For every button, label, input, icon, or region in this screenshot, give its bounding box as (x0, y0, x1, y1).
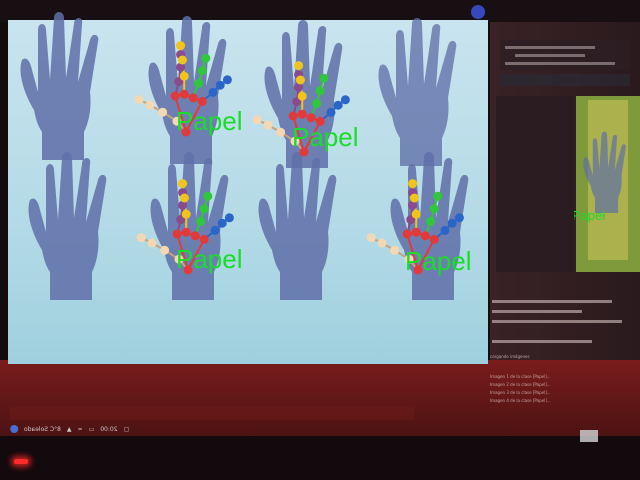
landmark-point (454, 213, 464, 223)
landmark-point (312, 98, 322, 108)
landmark-point (210, 225, 220, 235)
landmark-point (172, 229, 182, 239)
landmark-point (366, 233, 376, 243)
taskbar-tray: ▢ 20:00 ▭ ≈ ▲ 8°C Soleado (10, 420, 129, 438)
landmark-point (288, 111, 298, 121)
landmark-point (319, 73, 329, 83)
gesture-label-2: Papel (292, 122, 359, 152)
landmark-point (134, 95, 144, 105)
landmark-point (197, 96, 207, 106)
landmark-point (197, 66, 207, 76)
landmark-point (178, 179, 188, 189)
landmark-point (176, 41, 186, 51)
taskbar-app-icon[interactable] (580, 430, 598, 442)
bottom-bezel (0, 436, 640, 480)
weather-text[interactable]: 8°C Soleado (24, 426, 61, 433)
landmark-point (433, 191, 443, 201)
landmark-point (158, 107, 168, 117)
landmark-point (179, 71, 189, 81)
landmark-point (429, 234, 439, 244)
top-bezel (0, 0, 640, 22)
weather-icon[interactable] (10, 425, 18, 433)
landmark-point (420, 231, 430, 241)
power-led (14, 459, 28, 464)
notifications-icon[interactable]: ▢ (124, 426, 130, 433)
landmark-point (252, 115, 262, 125)
svg-text:Imagen 1 de la clase [Papel]..: Imagen 1 de la clase [Papel]... (490, 374, 551, 379)
landmark-point (170, 91, 180, 101)
window-scrollbar[interactable] (10, 406, 414, 420)
svg-text:cargando imágenes: cargando imágenes (490, 354, 530, 359)
landmark-point (295, 75, 305, 85)
landmark-point (340, 95, 350, 105)
svg-text:Imagen 4 de la clase [Papel]..: Imagen 4 de la clase [Papel]... (490, 398, 551, 403)
landmark-point (215, 80, 225, 90)
landmark-point (408, 179, 418, 189)
landmark-point (224, 213, 234, 223)
landmark-point (409, 193, 419, 203)
landmark-point (294, 61, 304, 71)
landmark-point (181, 209, 191, 219)
gesture-label-4: Papel (405, 246, 472, 276)
file-explorer-panel (496, 96, 574, 272)
landmark-point (315, 86, 325, 96)
user-avatar[interactable] (471, 5, 485, 19)
landmark-point (160, 245, 170, 255)
landmark-point (440, 225, 450, 235)
landmark-point (426, 216, 436, 226)
landmark-point (390, 245, 400, 255)
gesture-label-3: Papel (176, 244, 243, 274)
landmark-point (402, 229, 412, 239)
landmark-point (145, 100, 155, 110)
battery-icon[interactable]: ▭ (89, 426, 95, 433)
landmark-point (181, 227, 191, 237)
landmark-point (199, 204, 209, 214)
preview-gesture-label: Papel (572, 208, 605, 223)
landmark-point (263, 120, 273, 130)
landmark-point (411, 227, 421, 237)
monitor-photo: Papel Papel Papel Papel Papel cargando i… (0, 0, 640, 480)
svg-text:Imagen 2 de la clase [Papel]..: Imagen 2 de la clase [Papel]... (490, 382, 551, 387)
landmark-point (136, 233, 146, 243)
landmark-point (188, 93, 198, 103)
landmark-point (196, 216, 206, 226)
landmark-point (190, 231, 200, 241)
volume-icon[interactable]: ▲ (67, 426, 72, 433)
landmark-point (179, 89, 189, 99)
landmark-point (276, 127, 286, 137)
landmark-point (208, 87, 218, 97)
landmark-point (333, 100, 343, 110)
landmark-point (199, 234, 209, 244)
gesture-label-1: Papel (176, 106, 243, 136)
wifi-icon[interactable]: ≈ (78, 426, 83, 433)
clock[interactable]: 20:00 (100, 426, 117, 433)
landmark-point (147, 238, 157, 248)
landmark-point (179, 193, 189, 203)
landmark-point (201, 53, 211, 63)
landmark-point (217, 218, 227, 228)
landmark-point (411, 209, 421, 219)
landmark-point (377, 238, 387, 248)
landmark-point (297, 109, 307, 119)
landmark-point (429, 204, 439, 214)
landmark-point (297, 91, 307, 101)
landmark-point (306, 113, 316, 123)
landmark-point (203, 191, 213, 201)
landmark-point (222, 75, 232, 85)
svg-text:Imagen 3 de la clase [Papel]..: Imagen 3 de la clase [Papel]... (490, 390, 551, 395)
landmark-point (177, 55, 187, 65)
code-editor-panel (500, 40, 630, 86)
landmark-point (326, 107, 336, 117)
landmark-point (447, 218, 457, 228)
landmark-point (194, 78, 204, 88)
